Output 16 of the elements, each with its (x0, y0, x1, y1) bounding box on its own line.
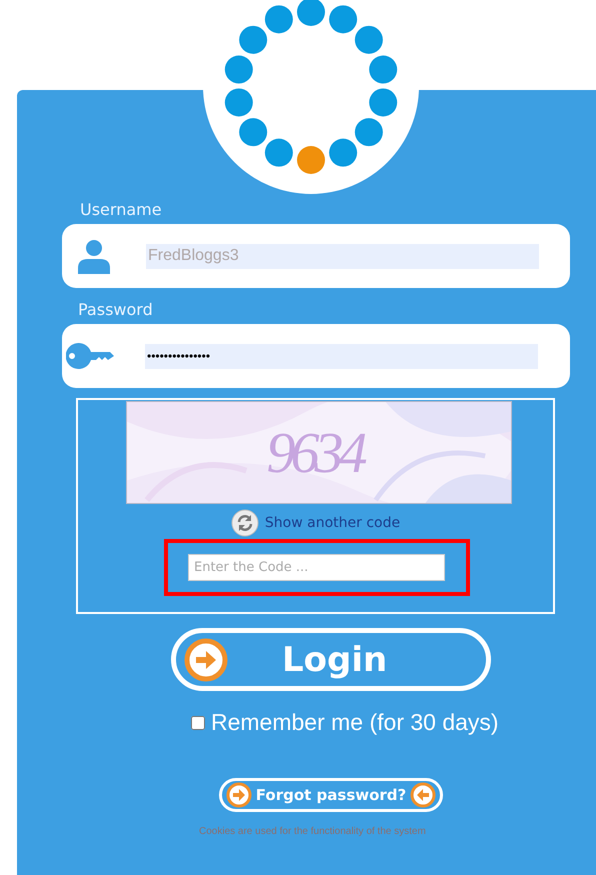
logo-icon (203, 0, 419, 194)
captcha-code: 9634 (266, 419, 364, 486)
cookies-note: Cookies are used for the functionality of the system (199, 826, 426, 837)
remember-checkbox[interactable] (191, 716, 205, 730)
username-label: Username (80, 200, 162, 219)
password-label: Password (78, 300, 153, 319)
login-button[interactable]: Login (171, 628, 491, 691)
code-input[interactable]: Enter the Code ... (188, 554, 445, 581)
forgot-password-button[interactable]: Forgot password? (219, 778, 443, 812)
user-icon (76, 238, 112, 274)
remember-label: Remember me (for 30 days) (211, 709, 499, 736)
refresh-icon (230, 509, 259, 537)
username-input[interactable]: FredBloggs3 (146, 244, 539, 268)
key-icon (66, 343, 114, 369)
password-input[interactable]: ••••••••••••••• (145, 344, 538, 368)
refresh-link[interactable]: Show another code (230, 509, 400, 537)
